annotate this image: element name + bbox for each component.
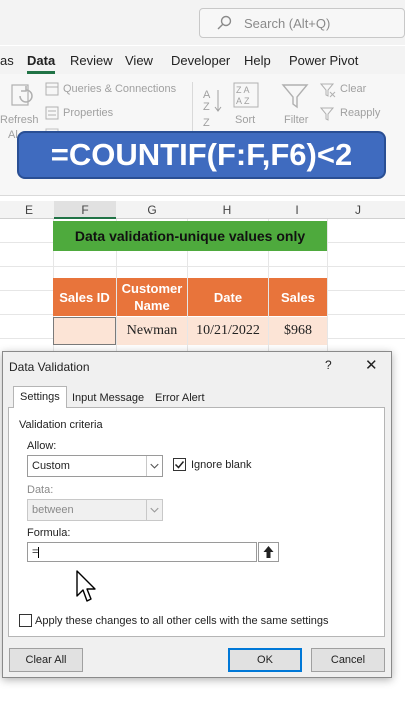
tab-settings[interactable]: Settings [13,386,67,408]
svg-text:Z: Z [203,101,210,113]
sort-button[interactable]: Sort [235,114,255,126]
sort-az-icon[interactable]: A Z Z [203,86,223,126]
validation-criteria-label: Validation criteria [19,419,103,431]
tab-developer[interactable]: Developer [171,53,230,68]
allow-dropdown[interactable]: Custom [27,455,163,477]
grid-line [327,219,328,354]
properties-button[interactable]: Properties [63,107,113,119]
sheet-title-cell[interactable]: Data validation-unique values only [53,221,327,251]
cell-sales-id[interactable] [53,317,116,345]
title-bar: Search (Alt+Q) [0,0,405,45]
data-validation-dialog: Data Validation ? ✕ Settings Input Messa… [2,351,392,678]
formula-input[interactable]: = [27,542,257,562]
clear-all-button[interactable]: Clear All [9,648,83,672]
svg-text:A: A [203,89,211,101]
refresh-icon[interactable] [8,82,36,110]
tab-power-pivot[interactable]: Power Pivot [289,53,358,68]
header-date[interactable]: Date [188,278,268,316]
cancel-label: Cancel [330,654,366,666]
column-header-h[interactable]: H [212,203,242,217]
column-header-f[interactable]: F [54,201,116,219]
queries-connections-button[interactable]: Queries & Connections [63,83,176,95]
data-value: between [32,504,74,516]
clear-all-label: Clear All [25,654,67,666]
data-dropdown: between [27,499,163,521]
ignore-blank-checkbox[interactable] [173,458,186,471]
header-sales[interactable]: Sales [269,278,327,316]
cell-date[interactable]: 10/21/2022 [188,317,268,345]
search-icon [217,15,232,30]
search-box[interactable]: Search (Alt+Q) [199,8,405,38]
dialog-title: Data Validation [9,360,90,374]
arrow-up-icon [263,546,274,558]
tab-view[interactable]: View [125,53,153,68]
data-label: Data: [27,484,54,496]
collapse-dialog-button[interactable] [258,542,279,562]
reapply-button[interactable]: Reapply [340,107,380,119]
filter-button[interactable]: Filter [284,114,308,126]
tab-help[interactable]: Help [244,53,271,68]
cancel-button[interactable]: Cancel [311,648,385,672]
formula-banner: =COUNTIF(F:F,F6)<2 [17,131,386,179]
allow-label: Allow: [27,440,57,452]
clear-filter-icon [320,83,336,98]
apply-all-checkbox[interactable] [19,614,32,627]
chevron-down-icon[interactable] [146,456,162,476]
svg-text:A Z: A Z [236,96,250,106]
chevron-down-icon [146,500,159,520]
ignore-blank-label[interactable]: Ignore blank [191,459,252,471]
ribbon-tabs: as Data Review View Developer Help Power… [0,46,405,74]
tab-partial-formulas[interactable]: as [0,53,14,68]
cell-customer[interactable]: Newman [117,317,187,345]
column-header-e[interactable]: E [14,203,44,217]
ok-button[interactable]: OK [228,648,302,672]
properties-icon [45,106,59,120]
text-caret [38,546,40,558]
tab-review[interactable]: Review [70,53,113,68]
header-sales-id[interactable]: Sales ID [53,278,116,316]
search-placeholder: Search (Alt+Q) [244,16,331,31]
allow-value: Custom [32,460,70,472]
sort-dialog-icon[interactable]: Z A A Z [233,82,259,108]
column-headers: E F G H I J [0,201,405,219]
queries-icon [45,82,59,96]
column-header-i[interactable]: I [282,203,312,217]
column-header-g[interactable]: G [137,203,167,217]
tab-input-message[interactable]: Input Message [66,388,150,408]
clear-button[interactable]: Clear [340,83,366,95]
formula-label: Formula: [27,527,71,539]
svg-text:Z A: Z A [236,85,250,95]
reapply-icon [320,107,335,121]
column-header-j[interactable]: J [343,203,373,217]
checkmark-icon [174,461,185,469]
svg-text:Z: Z [203,117,210,126]
ok-label: OK [257,654,273,666]
tab-error-alert[interactable]: Error Alert [149,388,211,408]
tab-data[interactable]: Data [27,53,56,74]
mouse-cursor-icon [76,570,96,602]
apply-all-label[interactable]: Apply these changes to all other cells w… [35,615,329,627]
filter-icon[interactable] [281,82,309,110]
settings-panel: Validation criteria Allow: Custom Ignore… [8,407,385,637]
help-button[interactable]: ? [325,358,332,372]
cell-sales[interactable]: $968 [269,317,327,345]
refresh-label[interactable]: Refresh [0,114,39,126]
header-customer-name[interactable]: Customer Name [117,278,187,316]
close-icon[interactable]: ✕ [365,356,378,374]
